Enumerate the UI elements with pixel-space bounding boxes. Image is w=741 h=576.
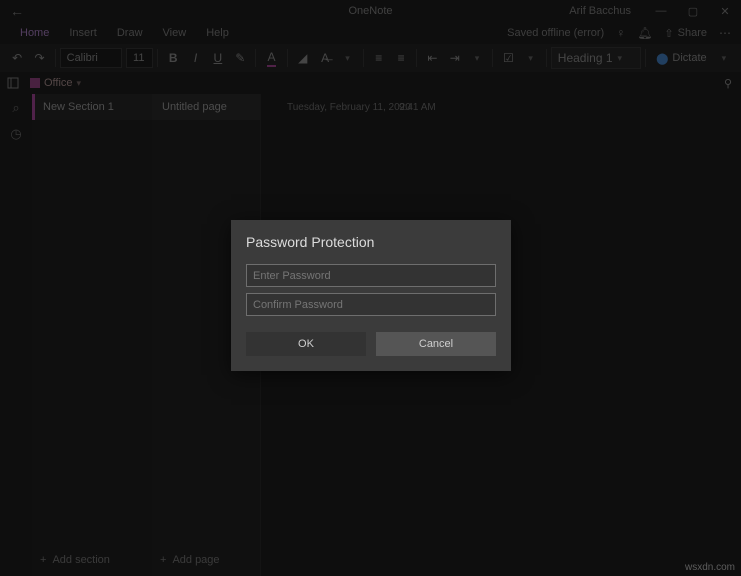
chevron-down-icon: ▾: [77, 78, 82, 89]
tab-view[interactable]: View: [153, 22, 197, 44]
bold-button[interactable]: B: [162, 46, 184, 70]
tab-insert[interactable]: Insert: [59, 22, 107, 44]
separator: [157, 49, 158, 67]
tab-help[interactable]: Help: [196, 22, 239, 44]
page-item[interactable]: Untitled page: [152, 94, 260, 120]
highlight-button[interactable]: ◢: [292, 46, 314, 70]
separator: [255, 49, 256, 67]
add-section-label: Add section: [52, 554, 109, 566]
indent-button[interactable]: ⇥: [444, 46, 466, 70]
tab-draw[interactable]: Draw: [107, 22, 153, 44]
page-date: Tuesday, February 11, 2020: [287, 102, 411, 113]
add-section-button[interactable]: + Add section: [32, 548, 152, 572]
share-button[interactable]: ⇧ Share: [664, 27, 707, 40]
share-icon: ⇧: [664, 27, 673, 40]
minimize-button[interactable]: ―: [645, 0, 677, 22]
sections-pane: New Section 1 + Add section: [32, 94, 152, 576]
styles-dropdown[interactable]: Heading 1 ▾: [551, 47, 641, 69]
notebook-color-icon: [30, 78, 40, 88]
bullets-button[interactable]: ≡: [368, 46, 390, 70]
notebook-picker[interactable]: Office ▾: [26, 77, 85, 89]
plus-icon: +: [160, 554, 166, 566]
chevron-down-icon: ▾: [618, 53, 623, 64]
more-icon[interactable]: ⋯: [719, 26, 731, 40]
nav-pane-icon[interactable]: [0, 72, 26, 94]
ok-button[interactable]: OK: [246, 332, 366, 356]
password-dialog: Password Protection OK Cancel: [231, 220, 511, 371]
save-status: Saved offline (error): [507, 27, 604, 39]
confirm-password-input[interactable]: [246, 293, 496, 316]
share-label: Share: [678, 27, 707, 39]
plus-icon: +: [40, 554, 46, 566]
close-button[interactable]: ✕: [709, 0, 741, 22]
italic-button[interactable]: I: [184, 46, 206, 70]
separator: [363, 49, 364, 67]
font-size-select[interactable]: 11: [126, 48, 153, 68]
maximize-button[interactable]: ▢: [677, 0, 709, 22]
page-label: Untitled page: [162, 101, 227, 113]
separator: [416, 49, 417, 67]
font-color-button[interactable]: A: [260, 46, 282, 70]
chevron-down-icon[interactable]: ▾: [466, 46, 488, 70]
ribbon-tabs: Home Insert Draw View Help Saved offline…: [0, 22, 741, 44]
dialog-title: Password Protection: [246, 234, 496, 250]
separator: [287, 49, 288, 67]
font-family-select[interactable]: Calibri: [60, 48, 122, 68]
toolbar: ↶ ↷ Calibri 11 B I U ✎ A ◢ A̶ ▾ ≡ ≡ ⇤ ⇥ …: [0, 44, 741, 72]
enter-password-input[interactable]: [246, 264, 496, 287]
dictate-label: Dictate: [672, 52, 706, 64]
app-window: ← OneNote Arif Bacchus ― ▢ ✕ Home Insert…: [0, 0, 741, 576]
titlebar: ← OneNote Arif Bacchus ― ▢ ✕: [0, 0, 741, 22]
separator: [55, 49, 56, 67]
separator: [492, 49, 493, 67]
chevron-down-icon[interactable]: ▾: [713, 46, 735, 70]
lightbulb-icon[interactable]: ♀: [616, 26, 625, 40]
user-name[interactable]: Arif Bacchus: [569, 5, 631, 17]
back-button[interactable]: ←: [0, 0, 34, 22]
notebook-nav: Office ▾ ⚲: [0, 72, 741, 94]
chevron-down-icon[interactable]: ▾: [336, 46, 358, 70]
numbering-button[interactable]: ≡: [390, 46, 412, 70]
outdent-button[interactable]: ⇤: [421, 46, 443, 70]
left-rail: ⌕ ◷: [0, 94, 32, 576]
separator: [546, 49, 547, 67]
pen-icon[interactable]: ✎: [229, 46, 251, 70]
styles-label: Heading 1: [558, 51, 613, 65]
chevron-down-icon[interactable]: ▾: [520, 46, 542, 70]
watermark: wsxdn.com: [685, 562, 735, 573]
dictate-button[interactable]: ⬤ Dictate: [650, 52, 713, 65]
clear-format-button[interactable]: A̶: [314, 46, 336, 70]
app-title: OneNote: [348, 5, 392, 17]
cancel-button[interactable]: Cancel: [376, 332, 496, 356]
mic-icon: ⬤: [656, 52, 668, 65]
undo-button[interactable]: ↶: [6, 46, 28, 70]
section-item[interactable]: New Section 1: [32, 94, 152, 120]
tab-home[interactable]: Home: [10, 22, 59, 44]
notebook-name: Office: [44, 77, 73, 89]
pin-icon[interactable]: ⚲: [715, 77, 741, 90]
recent-icon[interactable]: ◷: [10, 126, 21, 142]
section-label: New Section 1: [43, 101, 114, 113]
search-icon[interactable]: ⌕: [12, 100, 19, 116]
redo-button[interactable]: ↷: [28, 46, 50, 70]
add-page-button[interactable]: + Add page: [152, 548, 260, 572]
tag-button[interactable]: ☑: [497, 46, 519, 70]
page-time: 9:41 AM: [399, 102, 436, 113]
bell-icon[interactable]: 🔔︎: [637, 26, 652, 40]
underline-button[interactable]: U: [207, 46, 229, 70]
add-page-label: Add page: [172, 554, 219, 566]
separator: [645, 49, 646, 67]
